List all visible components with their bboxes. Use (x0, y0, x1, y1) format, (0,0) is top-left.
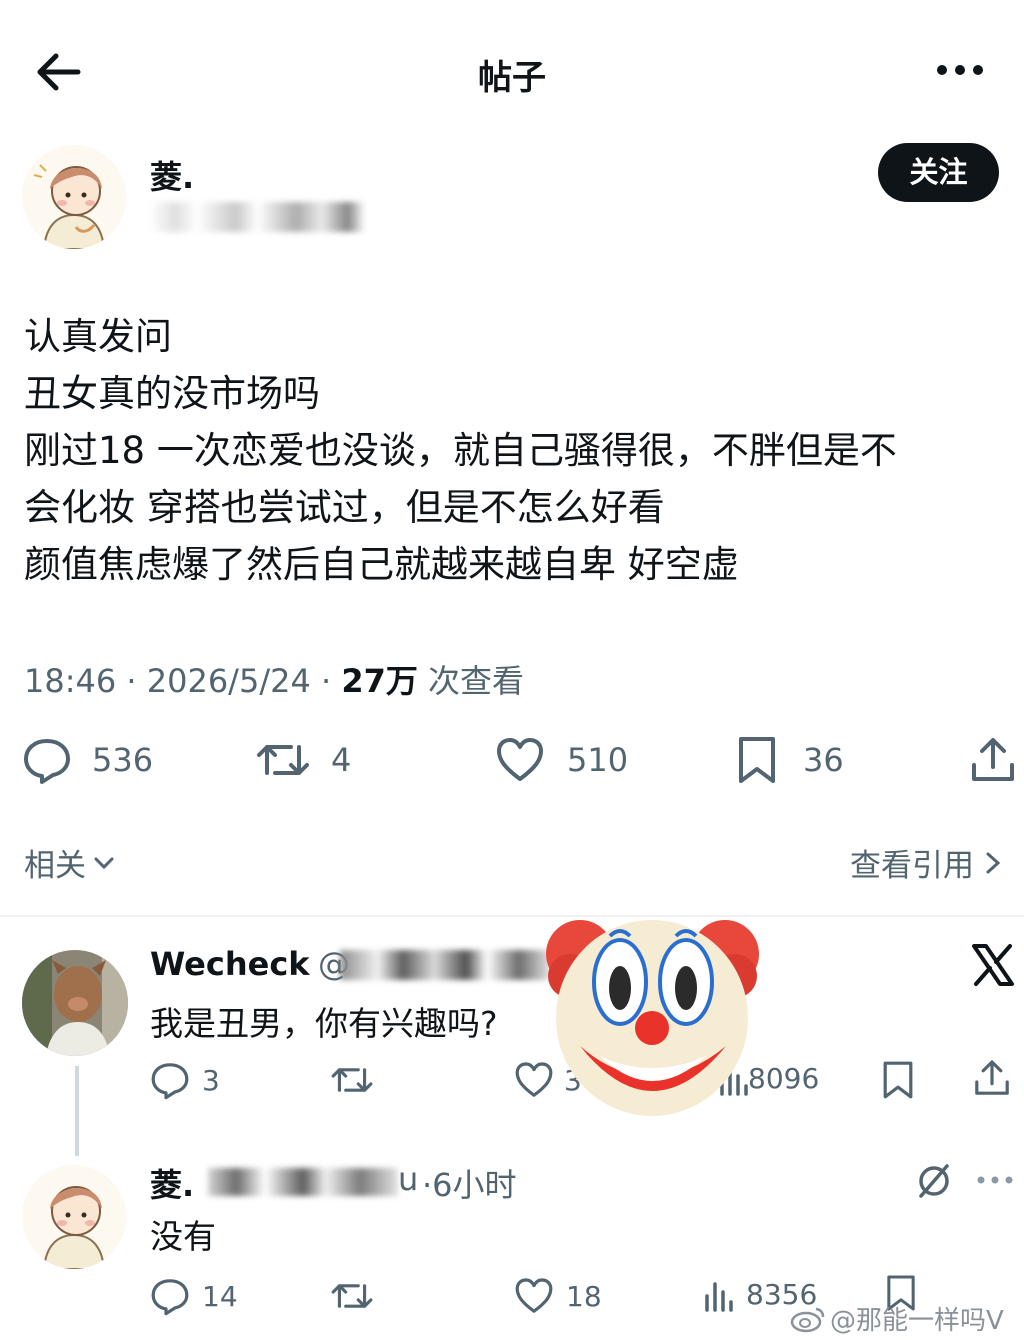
author-name[interactable]: 菱. (150, 152, 194, 198)
related-toggle[interactable]: 相关 (24, 840, 118, 885)
more-button[interactable] (932, 50, 988, 90)
view-quotes-link[interactable]: 查看引用 (850, 840, 1006, 885)
reply-avatar[interactable] (22, 950, 128, 1056)
reply-icon (151, 1063, 189, 1100)
more-icon (937, 65, 983, 75)
weibo-icon (790, 1307, 825, 1332)
reply-2-text: 没有 (150, 1217, 216, 1256)
reply-icon (151, 1279, 189, 1316)
more-icon[interactable] (975, 1172, 1015, 1188)
post-line: 刚过18 一次恋爱也没谈，就自己骚得很，不胖但是不 (24, 429, 897, 472)
bookmark-button[interactable]: 36 (735, 735, 844, 785)
chevron-right-icon (986, 852, 1001, 873)
post-text: 认真发问 丑女真的没市场吗 刚过18 一次恋爱也没谈，就自己骚得很，不胖但是不 … (24, 308, 1004, 593)
reply-2-handle-suffix: u (398, 1160, 419, 1198)
reply-2-author-name[interactable]: 菱. (150, 1160, 194, 1206)
post-line: 颜值焦虑爆了然后自己就越来越自卑 好空虚 (24, 543, 739, 586)
follow-button[interactable]: 关注 (878, 143, 999, 202)
repost-count: 4 (331, 741, 352, 779)
divider (0, 915, 1024, 917)
reply-2-handle-blurred (208, 1168, 398, 1196)
reply-2-repost-button[interactable] (330, 1276, 374, 1316)
reply-2-avatar[interactable] (22, 1165, 126, 1269)
post-line: 会化妆 穿搭也尝试过，但是不怎么好看 (24, 486, 665, 529)
like-icon (515, 1278, 553, 1313)
post-line: 丑女真的没市场吗 (24, 372, 320, 415)
related-label: 相关 (24, 848, 86, 884)
bookmark-count: 36 (803, 741, 844, 779)
repost-icon (331, 1284, 373, 1308)
reply-count: 536 (92, 741, 154, 779)
reply-2-like-button[interactable]: 18 (514, 1276, 602, 1316)
view-quotes-label: 查看引用 (850, 848, 974, 884)
like-button[interactable]: 510 (495, 735, 628, 785)
post-meta: 18:46 · 2026/5/24 · 27万 次查看 (24, 656, 524, 702)
reply-2-like-count: 18 (566, 1279, 602, 1313)
reply-1-reply-count: 3 (202, 1063, 220, 1097)
like-count: 510 (567, 741, 629, 779)
grok-icon[interactable] (915, 1162, 953, 1200)
meta-separator: · (320, 662, 332, 700)
reply-2-reply-button[interactable]: 14 (150, 1276, 238, 1316)
clown-emoji (540, 906, 765, 1121)
bookmark-icon (739, 737, 775, 783)
post-time: 18:46 (24, 662, 117, 700)
chevron-down-icon (94, 857, 114, 869)
views-label: 次查看 (428, 662, 525, 700)
reply-author-name[interactable]: Wecheck (150, 945, 310, 983)
share-icon (975, 1060, 1009, 1095)
post-line: 认真发问 (24, 315, 172, 358)
reply-icon (24, 739, 70, 784)
top-bar: 帖子 (0, 0, 1024, 140)
repost-icon (331, 1068, 373, 1092)
like-icon (497, 738, 543, 781)
author-handle-blurred (150, 202, 365, 232)
post-action-bar: 536 4 510 36 (0, 735, 1024, 795)
reply-text: 我是丑男，你有兴趣吗? (150, 1004, 498, 1043)
repost-icon (257, 745, 309, 775)
reply-1-bookmark-button[interactable] (880, 1060, 916, 1100)
watermark-text: @那能一样吗V (830, 1306, 1004, 1336)
reply-1-repost-button[interactable] (330, 1060, 374, 1100)
page-title: 帖子 (478, 58, 546, 98)
reply-button[interactable]: 536 (22, 735, 153, 785)
clown-emoji-icon (546, 920, 759, 1116)
views-icon (705, 1282, 733, 1312)
reply-2-time: ·6小时 (422, 1166, 517, 1204)
reply-1-reply-button[interactable]: 3 (150, 1060, 220, 1100)
share-icon (972, 738, 1014, 781)
share-button[interactable] (968, 735, 1018, 785)
author-avatar[interactable] (22, 145, 126, 249)
reply-handle-blurred (340, 950, 550, 980)
x-logo-icon (972, 944, 1014, 986)
repost-button[interactable]: 4 (255, 735, 351, 785)
watermark: @那能一样吗V (790, 1300, 1004, 1337)
bookmark-icon (883, 1061, 913, 1099)
reply-2-reply-count: 14 (202, 1279, 238, 1313)
reply-1-share-button[interactable] (972, 1058, 1012, 1098)
views-count: 27万 (341, 662, 418, 700)
x-logo (970, 942, 1016, 988)
thread-line (75, 1066, 79, 1156)
post-date: 2026/5/24 (146, 662, 311, 700)
meta-separator: · (126, 662, 137, 700)
